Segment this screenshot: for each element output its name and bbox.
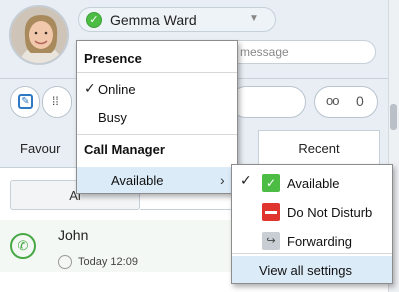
menu-separator: [77, 72, 237, 73]
call-timestamp: Today 12:09: [78, 256, 138, 268]
user-name: Gemma Ward: [110, 12, 197, 28]
do-not-disturb-bar: [265, 211, 277, 214]
checkmark-icon: ✓: [84, 80, 96, 96]
chevron-down-icon[interactable]: ▼: [247, 12, 261, 26]
voicemail-icon: oo: [326, 93, 340, 108]
incoming-call-icon: ✆: [10, 233, 36, 259]
available-check-icon: ✓: [262, 174, 280, 192]
menu-heading-presence: Presence: [84, 51, 142, 66]
contact-name: John: [58, 227, 89, 243]
menu-item-busy-label: Busy: [98, 110, 127, 125]
tab-favourites[interactable]: Favour: [20, 141, 60, 156]
compose-icon: ✎: [18, 94, 33, 109]
voicemail-button[interactable]: [314, 86, 378, 118]
voicemail-count: 0: [356, 93, 364, 109]
scrollbar-thumb[interactable]: [390, 104, 397, 130]
forwarding-icon: ↪: [262, 232, 280, 250]
presence-unknown-icon: [58, 255, 72, 269]
tab-recent-label: Recent: [298, 141, 340, 156]
view-all-settings-label: View all settings: [259, 263, 352, 278]
menu-separator: [232, 253, 392, 254]
submenu-item-available-label: Available: [287, 176, 340, 191]
menu-heading-call-manager: Call Manager: [84, 142, 165, 157]
dialpad-icon: ⁞⁞: [52, 94, 59, 108]
chevron-right-icon: ›: [220, 172, 225, 188]
menu-item-available-label: Available: [111, 173, 164, 188]
available-status-icon: ✓: [86, 12, 102, 28]
menu-item-online-label: Online: [98, 82, 136, 97]
submenu-item-forwarding-label: Forwarding: [287, 234, 353, 249]
search-input[interactable]: [230, 86, 306, 118]
avatar[interactable]: [9, 5, 69, 65]
menu-separator: [77, 134, 237, 135]
submenu-item-dnd-label: Do Not Disturb: [287, 205, 373, 220]
checkmark-icon: ✓: [240, 172, 252, 188]
status-message-placeholder: message: [240, 45, 289, 59]
